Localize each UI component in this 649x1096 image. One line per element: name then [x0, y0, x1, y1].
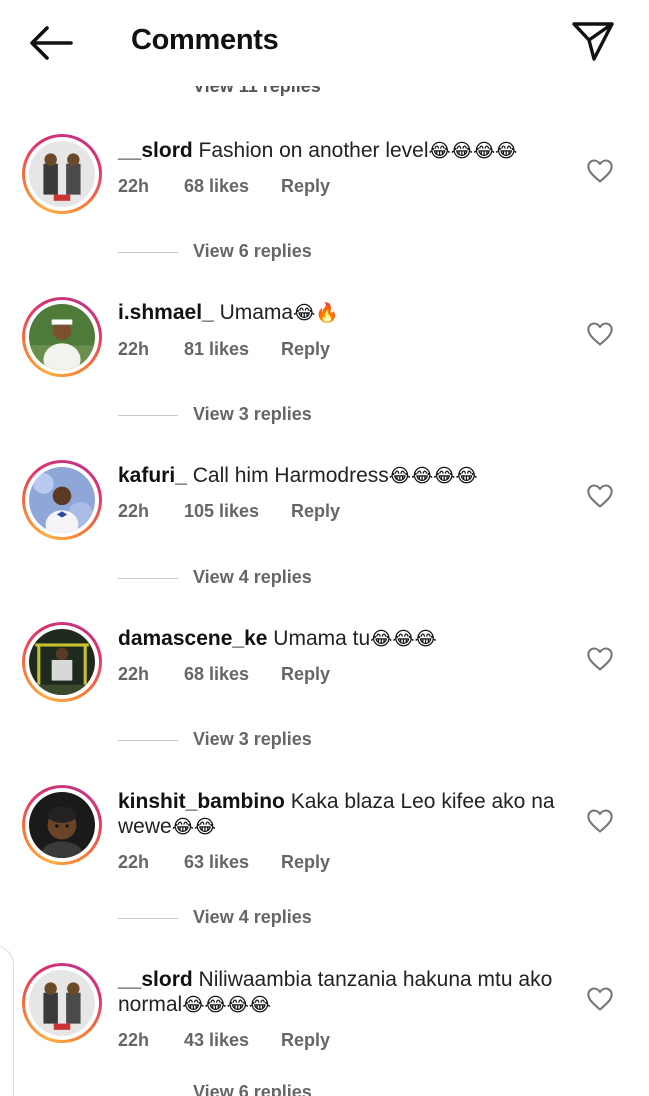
- avatar[interactable]: [22, 297, 102, 377]
- reply-button[interactable]: Reply: [281, 852, 330, 873]
- timestamp: 22h: [118, 852, 150, 872]
- page-title: Comments: [131, 24, 279, 56]
- avatar[interactable]: [22, 785, 102, 865]
- view-replies[interactable]: View 3 replies: [118, 729, 418, 753]
- likes-count[interactable]: 68 likes: [184, 664, 249, 685]
- view-replies[interactable]: View 4 replies: [118, 907, 418, 931]
- likes-count[interactable]: 105 likes: [184, 501, 259, 522]
- likes-count[interactable]: 43 likes: [184, 1030, 249, 1051]
- heart-icon[interactable]: [586, 645, 614, 673]
- likes-count[interactable]: 63 likes: [184, 852, 249, 873]
- timestamp: 22h: [118, 501, 150, 521]
- username[interactable]: __slord: [118, 968, 193, 991]
- top-bar: Comments: [0, 0, 649, 86]
- timestamp: 22h: [118, 339, 150, 359]
- heart-icon[interactable]: [586, 985, 614, 1013]
- username[interactable]: i.shmael_: [118, 301, 214, 324]
- share-button[interactable]: [568, 18, 618, 64]
- heart-icon[interactable]: [586, 482, 614, 510]
- reply-button[interactable]: Reply: [281, 1030, 330, 1051]
- username[interactable]: kinshit_bambino: [118, 790, 285, 813]
- likes-count[interactable]: 81 likes: [184, 339, 249, 360]
- reply-button[interactable]: Reply: [291, 501, 340, 522]
- view-replies[interactable]: View 3 replies: [118, 404, 418, 428]
- timestamp: 22h: [118, 1030, 150, 1050]
- view-replies[interactable]: View 4 replies: [118, 567, 418, 591]
- comment-text: kafuri_ Call him Harmodress😂😂😂😂: [118, 464, 478, 487]
- likes-count[interactable]: 68 likes: [184, 176, 249, 197]
- divider: [118, 578, 178, 579]
- arrow-left-icon: [30, 26, 73, 60]
- view-replies-partial[interactable]: View 6 replies: [193, 1082, 312, 1096]
- divider: [118, 415, 178, 416]
- comment-text: kinshit_bambino Kaka blaza Leo kifee ako…: [118, 790, 555, 838]
- back-button[interactable]: [28, 22, 74, 64]
- heart-icon[interactable]: [586, 807, 614, 835]
- reply-button[interactable]: Reply: [281, 664, 330, 685]
- divider: [118, 252, 178, 253]
- username[interactable]: kafuri_: [118, 464, 187, 487]
- username[interactable]: damascene_ke: [118, 627, 267, 650]
- comment-text: __slord Fashion on another level😂😂😂😂: [118, 139, 518, 162]
- timestamp: 22h: [118, 176, 150, 196]
- divider: [118, 918, 178, 919]
- comment-text: __slord Niliwaambia tanzania hakuna mtu …: [118, 968, 553, 1016]
- avatar[interactable]: [22, 134, 102, 214]
- avatar[interactable]: [22, 460, 102, 540]
- reply-button[interactable]: Reply: [281, 339, 330, 360]
- comment-text: i.shmael_ Umama😂🔥: [118, 301, 339, 324]
- timestamp: 22h: [118, 664, 150, 684]
- avatar[interactable]: [22, 963, 102, 1043]
- comment-text: damascene_ke Umama tu😂😂😂: [118, 627, 437, 650]
- send-icon: [572, 22, 614, 61]
- edge-handle: [0, 945, 14, 1096]
- heart-icon[interactable]: [586, 157, 614, 185]
- avatar[interactable]: [22, 622, 102, 702]
- view-replies[interactable]: View 6 replies: [118, 241, 418, 265]
- username[interactable]: __slord: [118, 139, 193, 162]
- heart-icon[interactable]: [586, 320, 614, 348]
- divider: [118, 740, 178, 741]
- reply-button[interactable]: Reply: [281, 176, 330, 197]
